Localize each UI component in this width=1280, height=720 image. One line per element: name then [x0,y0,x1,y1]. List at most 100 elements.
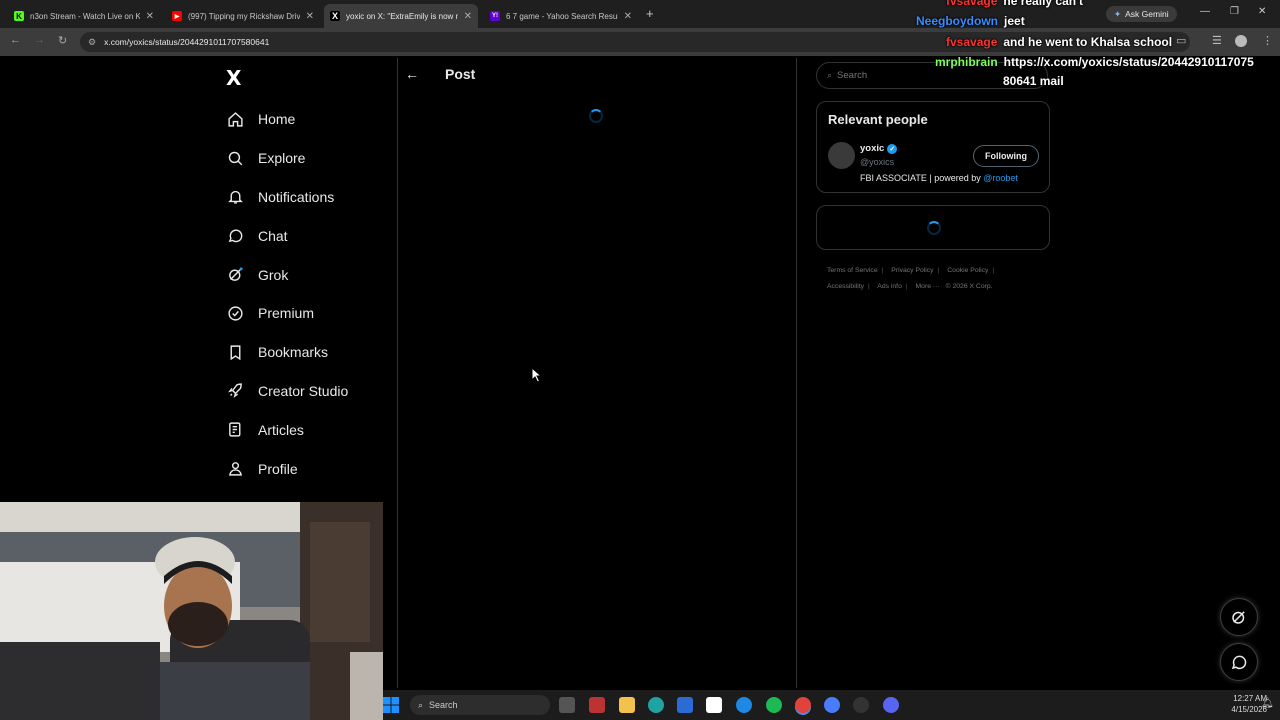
sidebar-item-profile[interactable]: Profile [226,449,348,488]
tab-search-icon[interactable]: ☰ [1212,34,1222,47]
store-icon[interactable] [677,697,693,713]
taskbar-search-input[interactable]: ⌕ Search [410,695,550,715]
tab-title: (997) Tipping my Rickshaw Driver [188,11,300,21]
forward-arrow-icon[interactable]: → [34,34,45,46]
taskbar-clock[interactable]: 12:27 AM 4/15/2026 [1211,693,1267,715]
back-arrow-icon[interactable]: ← [10,34,21,46]
chat-text: he really can't [1003,0,1083,8]
tab-youtube[interactable]: ▶ (997) Tipping my Rickshaw Driver ✕ [166,4,320,28]
new-tab-plus-icon[interactable]: + [646,6,654,21]
app-icon[interactable] [736,697,752,713]
footer-link[interactable]: Accessibility [827,283,864,290]
chat-icon [226,227,244,245]
kebab-menu-icon[interactable]: ⋮ [1262,34,1273,47]
tab-kick[interactable]: K n3on Stream - Watch Live on Kick ✕ [8,4,160,28]
sidebar-item-label: Grok [258,266,289,283]
premium-icon [226,304,244,322]
sidebar-item-label: Bookmarks [258,344,329,361]
clock-date: 4/15/2026 [1231,705,1267,714]
sidebar-item-label: Articles [258,421,304,438]
cast-icon[interactable]: ▭ [1176,34,1186,47]
loading-spinner-icon [927,221,941,235]
nba-icon[interactable] [706,697,722,713]
user-name[interactable]: yoxic ✓ [860,143,898,154]
chat-message: 80641 mail [1003,74,1064,88]
app-icon[interactable] [589,697,605,713]
minimize-icon[interactable]: — [1200,6,1210,17]
windows-start-icon[interactable] [383,697,399,713]
task-view-icon[interactable] [559,697,575,713]
chat-message: fvsavage he really can't [946,0,1083,8]
avatar[interactable] [828,142,855,169]
close-icon[interactable]: ✕ [464,11,472,22]
x-logo-icon[interactable]: X [226,66,241,90]
grok-fab-button[interactable] [1220,598,1258,636]
file-explorer-icon[interactable] [619,697,635,713]
close-icon[interactable]: ✕ [306,11,314,22]
yahoo-favicon-icon: Y! [490,11,500,21]
sidebar-item-premium[interactable]: Premium [226,294,348,333]
tab-title: yoxic on X: "ExtraEmily is now n [346,11,458,21]
search-icon: ⌕ [827,70,833,80]
post-header: ← Post [405,66,475,82]
window-close-icon[interactable]: ✕ [1258,6,1266,17]
chat-text: jeet [1004,14,1025,28]
footer-link[interactable]: Ads info [877,283,902,290]
reload-icon[interactable]: ↻ [58,34,67,47]
chrome-icon[interactable] [795,697,811,713]
sidebar-item-home[interactable]: Home [226,100,348,139]
back-arrow-icon[interactable]: ← [405,66,421,82]
following-button[interactable]: Following [973,145,1039,167]
tab-title: 6 7 game - Yahoo Search Results [506,11,618,21]
bio-mention-link[interactable]: @roobet [983,173,1018,183]
sidebar-item-label: Premium [258,305,315,322]
footer-link[interactable]: More ··· [916,283,940,290]
user-name-text: yoxic [860,143,885,154]
verified-badge-icon: ✓ [887,143,898,154]
close-icon[interactable]: ✕ [146,11,154,22]
sidebar-item-bookmarks[interactable]: Bookmarks [226,333,348,372]
discord-icon[interactable] [883,697,899,713]
site-info-icon[interactable]: ⚙ [88,37,96,48]
footer-link[interactable]: Terms of Service [827,267,878,274]
gemini-sparkle-icon: ✦ [1114,8,1122,19]
sidebar-item-label: Home [258,111,296,128]
sidebar-item-notifications[interactable]: Notifications [226,178,348,217]
search-icon: ⌕ [418,699,424,710]
sidebar-item-creator-studio[interactable]: Creator Studio [226,372,348,411]
home-icon [226,110,244,128]
clock-time: 12:27 AM [1233,694,1267,703]
articles-icon [226,421,244,439]
nordvpn-icon[interactable] [824,697,840,713]
chat-username: mrphibrain [935,55,998,69]
user-handle[interactable]: @yoxics [860,157,894,167]
profile-avatar-icon[interactable] [1235,35,1247,47]
chat-icon [1231,655,1247,670]
maximize-icon[interactable]: ❐ [1230,6,1239,17]
windows-taskbar: ⌕ Search 12:27 AM 4/15/2026 🔔︎ [383,690,1280,720]
loading-spinner-icon [589,109,603,123]
sidebar-item-articles[interactable]: Articles [226,410,348,449]
sidebar-item-grok[interactable]: Grok [226,255,348,294]
youtube-favicon-icon: ▶ [172,11,182,21]
sidebar-item-chat[interactable]: Chat [226,216,348,255]
tab-yahoo[interactable]: Y! 6 7 game - Yahoo Search Results ✕ [484,4,638,28]
footer-link[interactable]: Cookie Policy [947,267,988,274]
grok-icon [1232,611,1245,624]
chat-fab-button[interactable] [1220,643,1258,681]
footer-link[interactable]: Privacy Policy [891,267,933,274]
edge-icon[interactable] [648,697,664,713]
close-icon[interactable]: ✕ [624,11,632,22]
sidebar-item-explore[interactable]: Explore [226,139,348,178]
ask-gemini-label: Ask Gemini [1125,9,1169,19]
chat-text: https://x.com/yoxics/status/204429101170… [1003,55,1254,69]
notification-bell-icon[interactable]: 🔔︎ [1261,698,1274,709]
chat-username: fvsavage [946,0,998,8]
obs-icon[interactable] [853,697,869,713]
tab-x-post[interactable]: X yoxic on X: "ExtraEmily is now n ✕ [324,4,478,28]
ask-gemini-button[interactable]: ✦ Ask Gemini [1106,6,1177,22]
sidebar-item-label: Explore [258,150,306,167]
trending-loading-card [816,205,1050,250]
x-favicon-icon: X [330,11,340,21]
spotify-icon[interactable] [766,697,782,713]
